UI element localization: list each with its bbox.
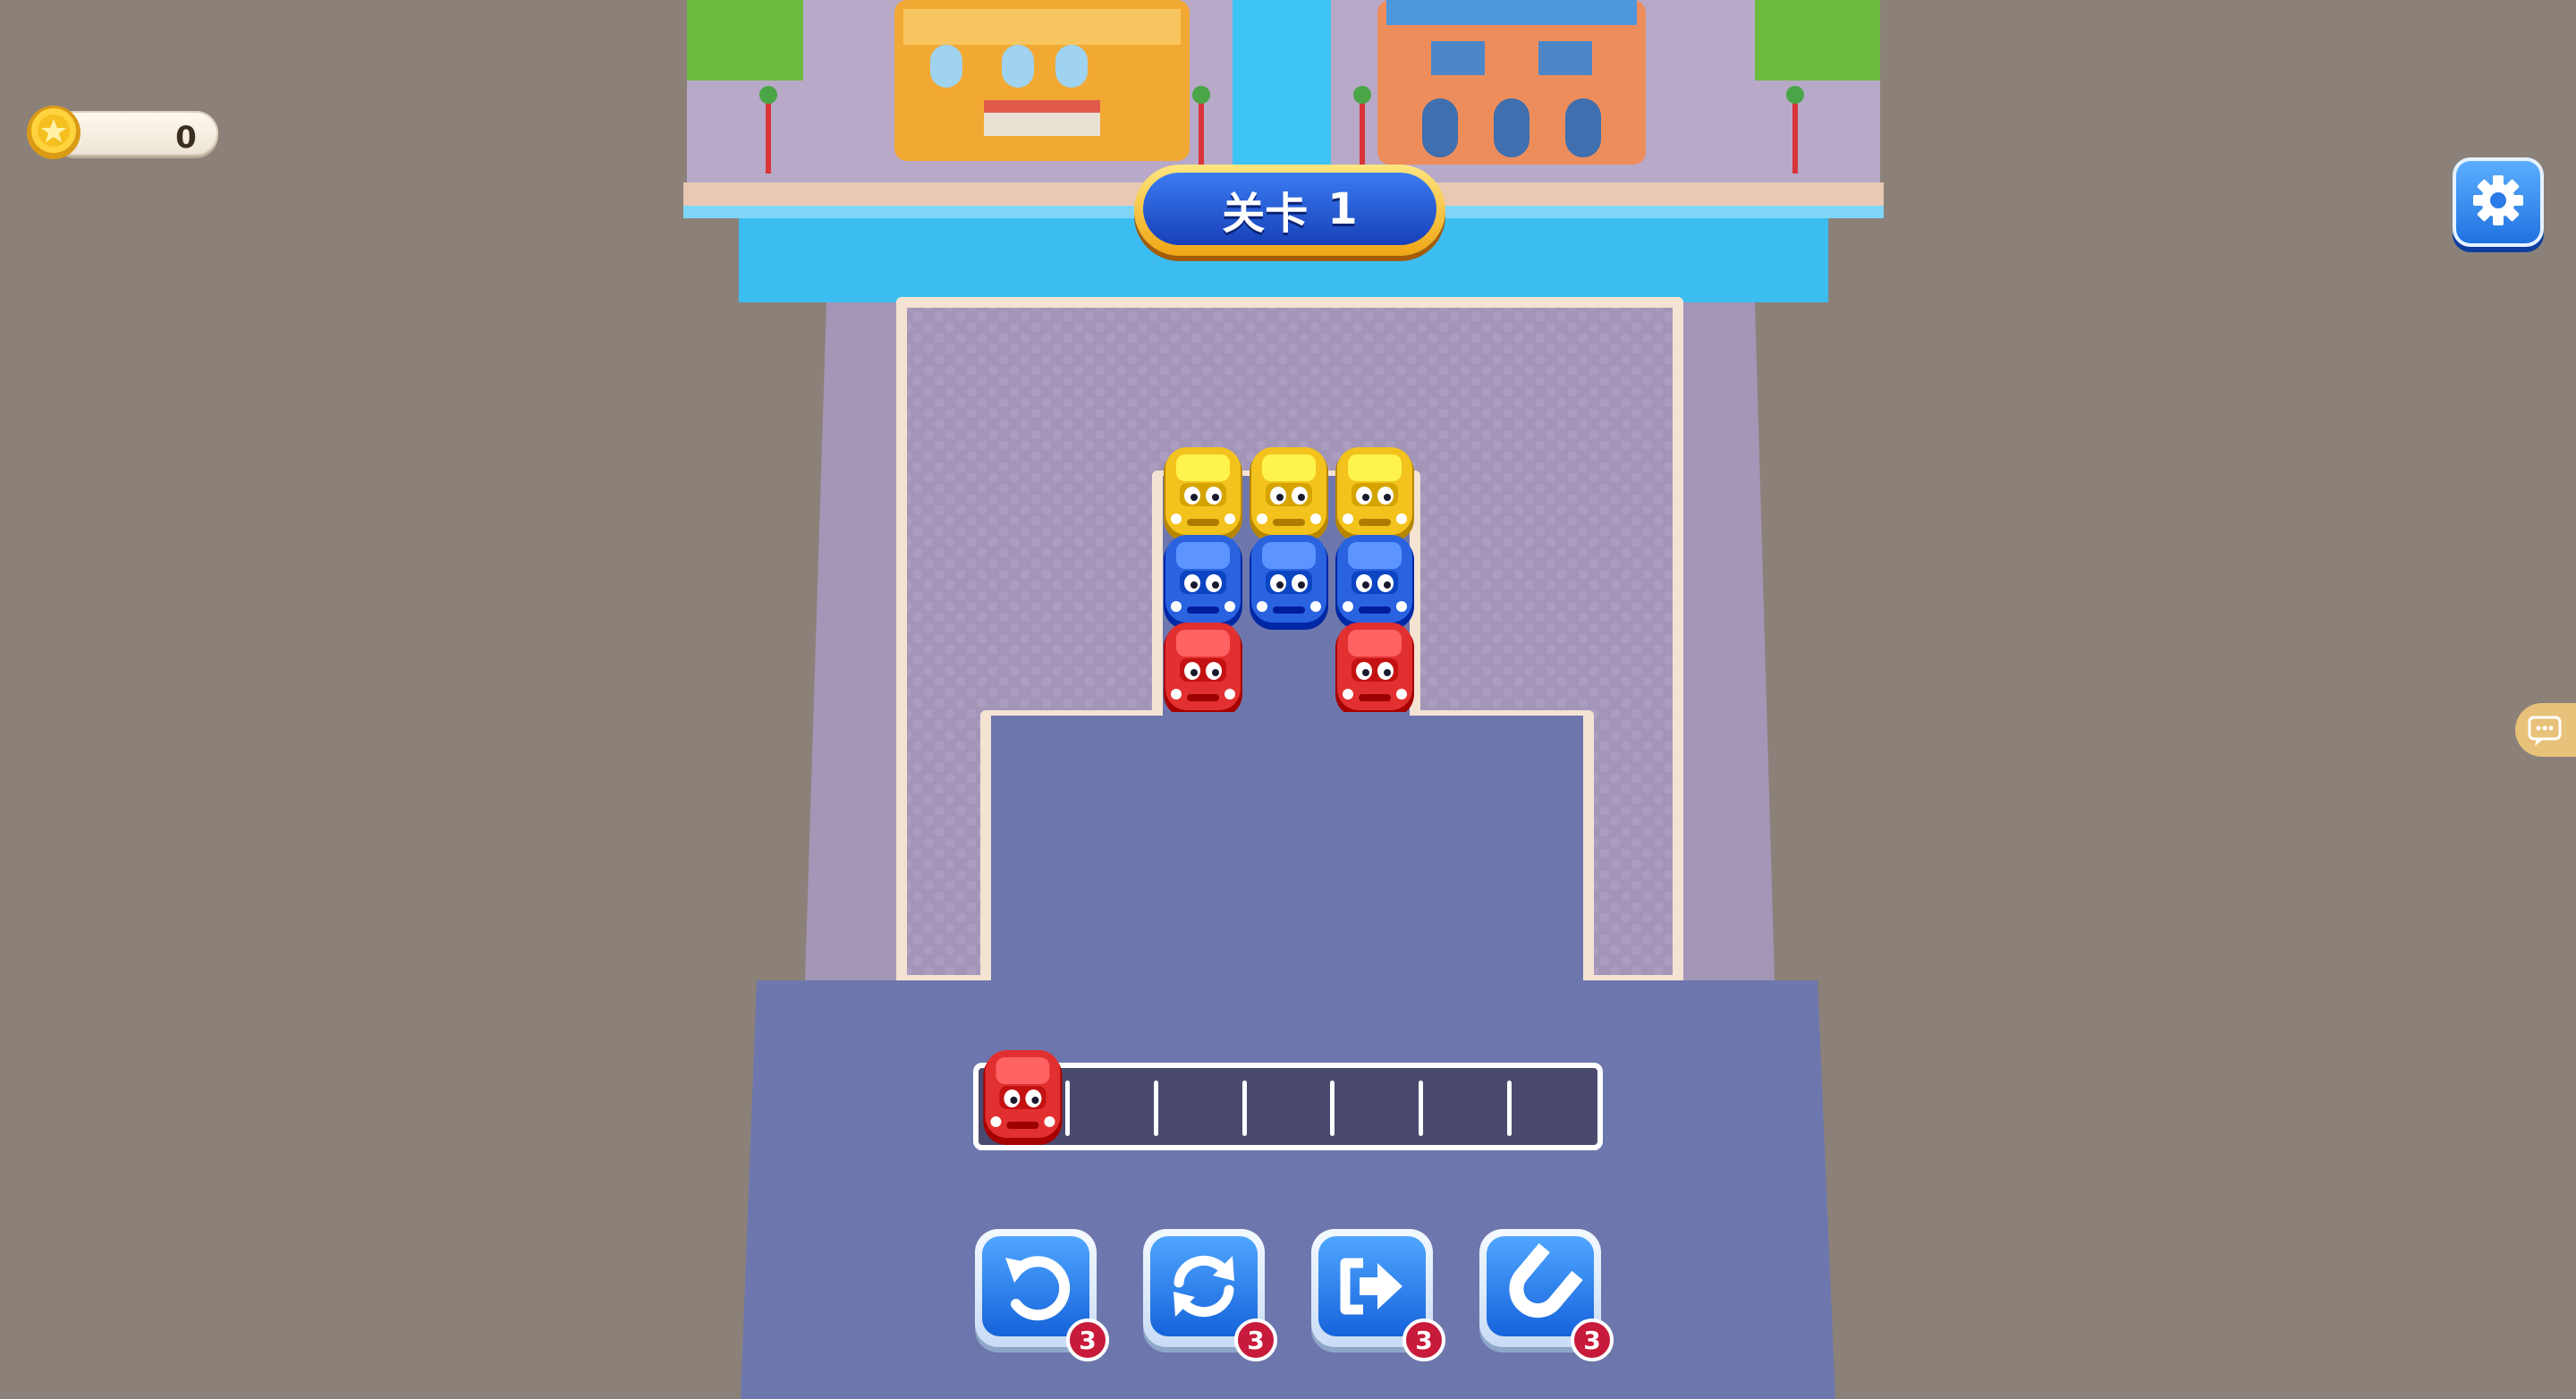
right-building [1377, 0, 1646, 165]
car-blue-r1c2[interactable] [1335, 535, 1414, 630]
undo-icon [1005, 1256, 1071, 1321]
car-red-r2c2[interactable] [1335, 623, 1414, 712]
car-yellow-r0c2[interactable] [1335, 447, 1414, 542]
car-blue-r1c1[interactable] [1250, 535, 1328, 630]
chat-icon [2528, 716, 2562, 746]
shuffle-icon [1174, 1255, 1234, 1318]
move-out-button[interactable]: 3 [1311, 1229, 1445, 1361]
undo-count-badge: 3 [1066, 1318, 1109, 1361]
level-label: 关卡 [1222, 188, 1309, 239]
shuffle-button[interactable]: 3 [1143, 1229, 1277, 1361]
slot-cars [983, 1050, 1063, 1145]
magnet-icon [1509, 1242, 1583, 1318]
level-banner-inner: 关卡 1 [1143, 173, 1436, 245]
move-out-count-badge: 3 [1402, 1318, 1445, 1361]
magnet-button-face [1487, 1236, 1594, 1336]
chat-tab[interactable] [2515, 703, 2576, 757]
move-out-button-face [1318, 1236, 1426, 1336]
car-yellow-r0c0[interactable] [1164, 447, 1242, 542]
magnet-button[interactable]: 3 [1479, 1229, 1614, 1361]
settings-button[interactable] [2453, 157, 2544, 247]
shuffle-button-face [1150, 1236, 1258, 1336]
arrow-out-icon [1340, 1258, 1402, 1315]
level-number: 1 [1327, 183, 1358, 234]
left-building [894, 0, 1190, 161]
coin-counter: 0 [25, 104, 218, 161]
gear-icon [2473, 175, 2523, 225]
level-banner: 关卡 1 [1134, 165, 1445, 256]
coin-value: 0 [175, 120, 197, 156]
car-red-r2c0[interactable] [1164, 623, 1242, 712]
car-yellow-r0c1[interactable] [1250, 447, 1328, 542]
car-blue-r1c0[interactable] [1164, 535, 1242, 630]
town-background [683, 0, 1884, 302]
magnet-count-badge: 3 [1571, 1318, 1614, 1361]
shuffle-count-badge: 3 [1234, 1318, 1277, 1361]
undo-button-face [982, 1236, 1089, 1336]
coin-icon [27, 106, 80, 159]
undo-button[interactable]: 3 [975, 1229, 1109, 1361]
slot-car-red-0[interactable] [983, 1050, 1063, 1145]
car-grid [1164, 447, 1414, 712]
